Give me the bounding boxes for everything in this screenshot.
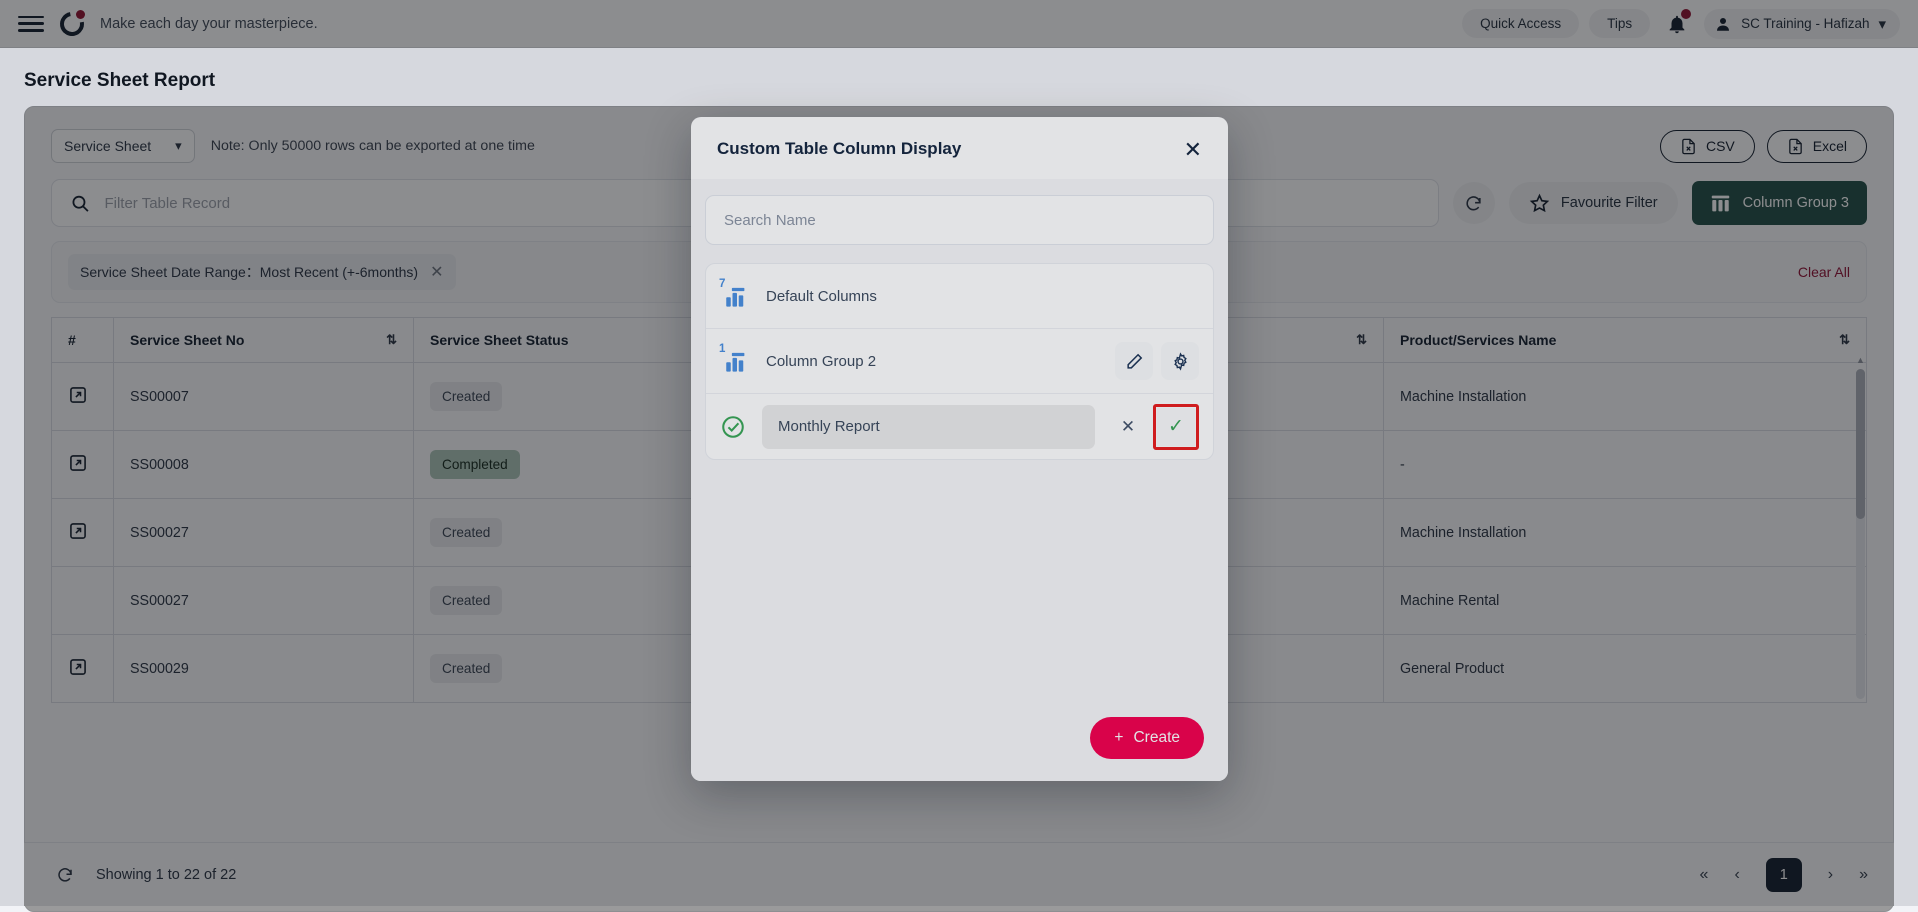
modal-overlay[interactable] — [0, 0, 1918, 906]
